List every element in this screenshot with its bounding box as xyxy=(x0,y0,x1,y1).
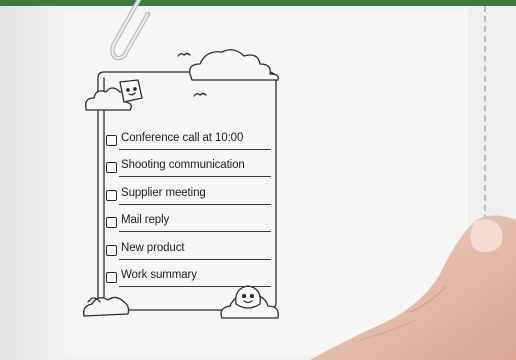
task-label: Conference call at 10:00 xyxy=(121,132,244,144)
task-checkbox xyxy=(106,271,117,283)
list-item: Work summary xyxy=(106,269,276,296)
task-label: Supplier meeting xyxy=(121,186,206,199)
thumb-shape xyxy=(470,219,503,253)
cloud-icon xyxy=(189,49,279,81)
task-label: Shooting communication xyxy=(121,159,245,172)
writing-line xyxy=(119,149,271,150)
task-checkbox xyxy=(106,217,117,229)
task-list: Conference call at 10:00 Shooting commun… xyxy=(106,132,276,296)
writing-line xyxy=(119,203,271,205)
list-item: Conference call at 10:00 xyxy=(106,132,276,159)
list-item: Shooting communication xyxy=(106,159,276,186)
writing-line xyxy=(119,176,271,178)
task-label: Mail reply xyxy=(121,214,170,227)
cute-flag-icon xyxy=(119,79,143,103)
list-item: Mail reply xyxy=(106,214,276,241)
hand-image xyxy=(310,215,516,360)
task-checkbox xyxy=(106,135,117,146)
list-item: New product xyxy=(106,242,276,269)
writing-line xyxy=(119,258,271,260)
task-label: Work summary xyxy=(121,268,197,281)
bird-icon xyxy=(193,92,207,97)
list-item: Supplier meeting xyxy=(106,187,276,214)
writing-line xyxy=(119,285,271,287)
task-label: New product xyxy=(121,241,185,254)
background-left xyxy=(0,6,64,360)
task-checkbox xyxy=(106,189,117,201)
bird-icon xyxy=(177,52,191,57)
task-checkbox xyxy=(106,244,117,256)
writing-line xyxy=(119,231,271,233)
task-checkbox xyxy=(106,162,117,174)
